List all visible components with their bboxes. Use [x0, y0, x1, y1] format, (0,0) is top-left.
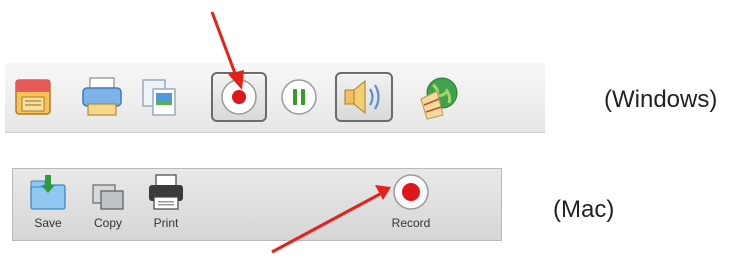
record-icon	[393, 174, 429, 210]
copy-icon	[92, 184, 124, 210]
speaker-icon	[344, 79, 380, 115]
mac-toolbar: Save Copy Print Record	[12, 168, 502, 241]
folder-save-icon	[30, 175, 66, 210]
record-button-mac[interactable]: Record	[381, 173, 441, 230]
copy-icon	[142, 79, 176, 116]
pause-icon	[281, 79, 317, 115]
print-label: Print	[153, 216, 179, 230]
copy-button-mac[interactable]: Copy	[85, 173, 131, 230]
mac-label: (Mac)	[553, 196, 615, 223]
printer-icon	[149, 174, 183, 210]
printer-icon	[82, 77, 122, 116]
copy-label: Copy	[93, 216, 122, 230]
windows-label: (Windows)	[604, 86, 718, 113]
sound-button[interactable]	[335, 72, 393, 122]
floppy-disk-icon	[15, 79, 51, 115]
save-button-mac[interactable]: Save	[25, 173, 71, 230]
map-button[interactable]	[415, 71, 465, 123]
record-icon	[221, 79, 257, 115]
record-label: Record	[391, 216, 431, 230]
copy-button[interactable]	[137, 71, 181, 123]
print-button[interactable]	[77, 71, 127, 123]
record-button-windows[interactable]	[211, 72, 267, 122]
map-globe-icon	[420, 77, 458, 120]
print-button-mac[interactable]: Print	[141, 173, 191, 230]
pause-button[interactable]	[277, 71, 321, 123]
save-button[interactable]	[11, 71, 55, 123]
save-label: Save	[34, 216, 62, 230]
windows-toolbar	[5, 63, 545, 133]
